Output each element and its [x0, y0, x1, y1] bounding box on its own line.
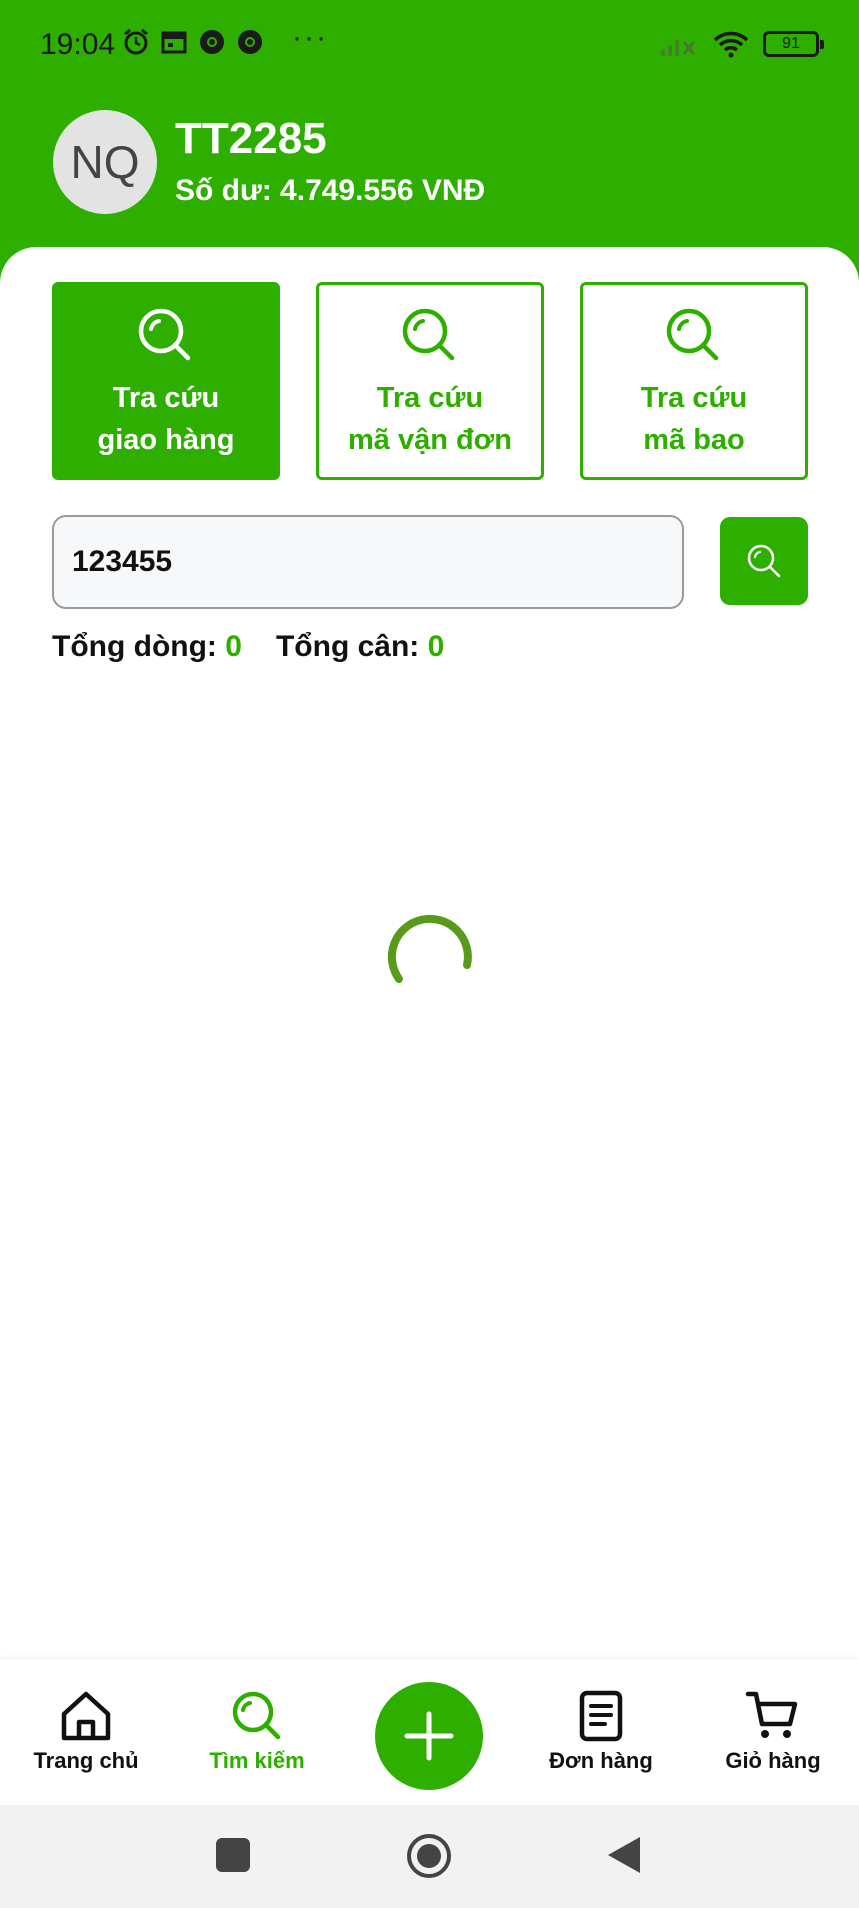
tab-label: Tra cứu giao hàng: [97, 382, 235, 456]
loading-spinner: [387, 914, 472, 983]
nav-home-label: Trang chủ: [33, 1748, 139, 1773]
search-icon: [666, 308, 719, 361]
back-button[interactable]: [604, 1835, 644, 1875]
total-weight-label: Tổng cân:: [275, 630, 420, 663]
recent-apps-button[interactable]: [213, 1835, 253, 1875]
nav-orders[interactable]: Đơn hàng: [521, 1688, 681, 1774]
home-icon: [61, 1691, 111, 1741]
nav-search-label: Tìm kiếm: [209, 1748, 305, 1773]
status-right-icons: 91: [659, 30, 824, 58]
total-lines-value: 0: [225, 630, 242, 663]
nav-orders-label: Đơn hàng: [549, 1748, 653, 1773]
nav-home[interactable]: Trang chủ: [6, 1688, 166, 1774]
status-bar: 19:04 ··· 91: [0, 0, 859, 90]
bottom-navigation: Trang chủ Tìm kiếm Đơn hàng Giỏ hàng: [0, 1660, 859, 1805]
avatar[interactable]: NQ: [53, 110, 157, 214]
chrome-icon-2: [238, 30, 262, 54]
wifi-icon: [713, 31, 749, 58]
calendar-icon: [161, 31, 187, 54]
search-icon: [138, 308, 191, 361]
search-row: [52, 515, 808, 609]
system-navigation-bar: [0, 1805, 859, 1908]
add-button[interactable]: [375, 1682, 483, 1790]
search-input[interactable]: [52, 515, 684, 609]
tab-waybill-lookup[interactable]: Tra cứu mã vận đơn: [316, 282, 544, 480]
nav-cart-label: Giỏ hàng: [725, 1748, 821, 1773]
nav-search[interactable]: Tìm kiếm: [177, 1688, 337, 1774]
tab-label: Tra cứu mã bao: [640, 382, 748, 456]
plus-icon: [404, 1711, 454, 1761]
main-content: Tra cứu giao hàng Tra cứu mã vận đơn Tra…: [0, 247, 859, 1660]
battery-indicator: 91: [763, 31, 824, 57]
status-notification-icons: ···: [122, 21, 328, 56]
total-weight: Tổng cân: 0: [276, 630, 444, 664]
search-icon: [747, 544, 781, 578]
chrome-icon: [200, 30, 224, 54]
search-icon: [402, 308, 455, 361]
nav-cart[interactable]: Giỏ hàng: [693, 1688, 853, 1774]
total-lines-label: Tổng dòng:: [52, 630, 217, 663]
lookup-tabs: Tra cứu giao hàng Tra cứu mã vận đơn Tra…: [52, 282, 808, 480]
tab-label: Tra cứu mã vận đơn: [347, 382, 513, 456]
account-username: TT2285: [175, 114, 327, 163]
home-button[interactable]: [406, 1833, 452, 1879]
totals-summary: Tổng dòng: 0 Tổng cân: 0: [52, 630, 444, 664]
account-header: NQ TT2285 Số dư: 4.749.556 VNĐ: [0, 90, 859, 250]
tab-bag-lookup[interactable]: Tra cứu mã bao: [580, 282, 808, 480]
account-balance: Số dư: 4.749.556 VNĐ: [175, 174, 486, 207]
cart-icon: [745, 1691, 798, 1738]
document-icon: [579, 1690, 623, 1742]
search-icon: [232, 1691, 281, 1740]
more-notifications-icon: ···: [292, 21, 328, 54]
total-lines: Tổng dòng: 0: [52, 630, 242, 664]
status-time: 19:04: [40, 28, 116, 61]
alarm-icon: [124, 28, 148, 55]
tab-delivery-lookup[interactable]: Tra cứu giao hàng: [52, 282, 280, 480]
signal-icon: [661, 40, 696, 56]
total-weight-value: 0: [427, 630, 445, 663]
search-button[interactable]: [720, 517, 808, 605]
